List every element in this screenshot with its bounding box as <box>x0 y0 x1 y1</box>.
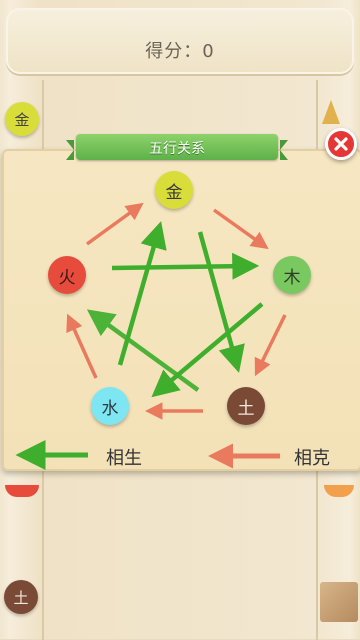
element-node-fire: 火 <box>48 256 86 294</box>
element-node-earth: 土 <box>227 387 265 425</box>
element-node-label: 水 <box>101 398 119 419</box>
element-node-label: 土 <box>237 398 255 419</box>
element-node-label: 金 <box>165 182 183 203</box>
background-earth-chip: 土 <box>4 580 38 614</box>
background-metal-chip: 金 <box>5 102 39 136</box>
score-text: 得分：0 <box>145 41 215 62</box>
score-bar: 得分：0 <box>6 8 354 74</box>
element-node-label: 火 <box>58 267 76 288</box>
close-icon <box>334 137 348 151</box>
legend-overcome-label: 相克 <box>294 448 330 469</box>
element-node-label: 木 <box>283 267 301 288</box>
element-node-wood: 木 <box>273 256 311 294</box>
close-button[interactable] <box>325 128 357 160</box>
background-cone <box>322 100 340 124</box>
panel-title-ribbon: 五行关系 <box>66 134 288 160</box>
legend-generate-label: 相生 <box>106 448 142 469</box>
background-tile <box>320 582 358 622</box>
element-node-water: 水 <box>91 387 129 425</box>
element-node-metal: 金 <box>155 171 193 209</box>
panel-title: 五行关系 <box>149 141 205 157</box>
